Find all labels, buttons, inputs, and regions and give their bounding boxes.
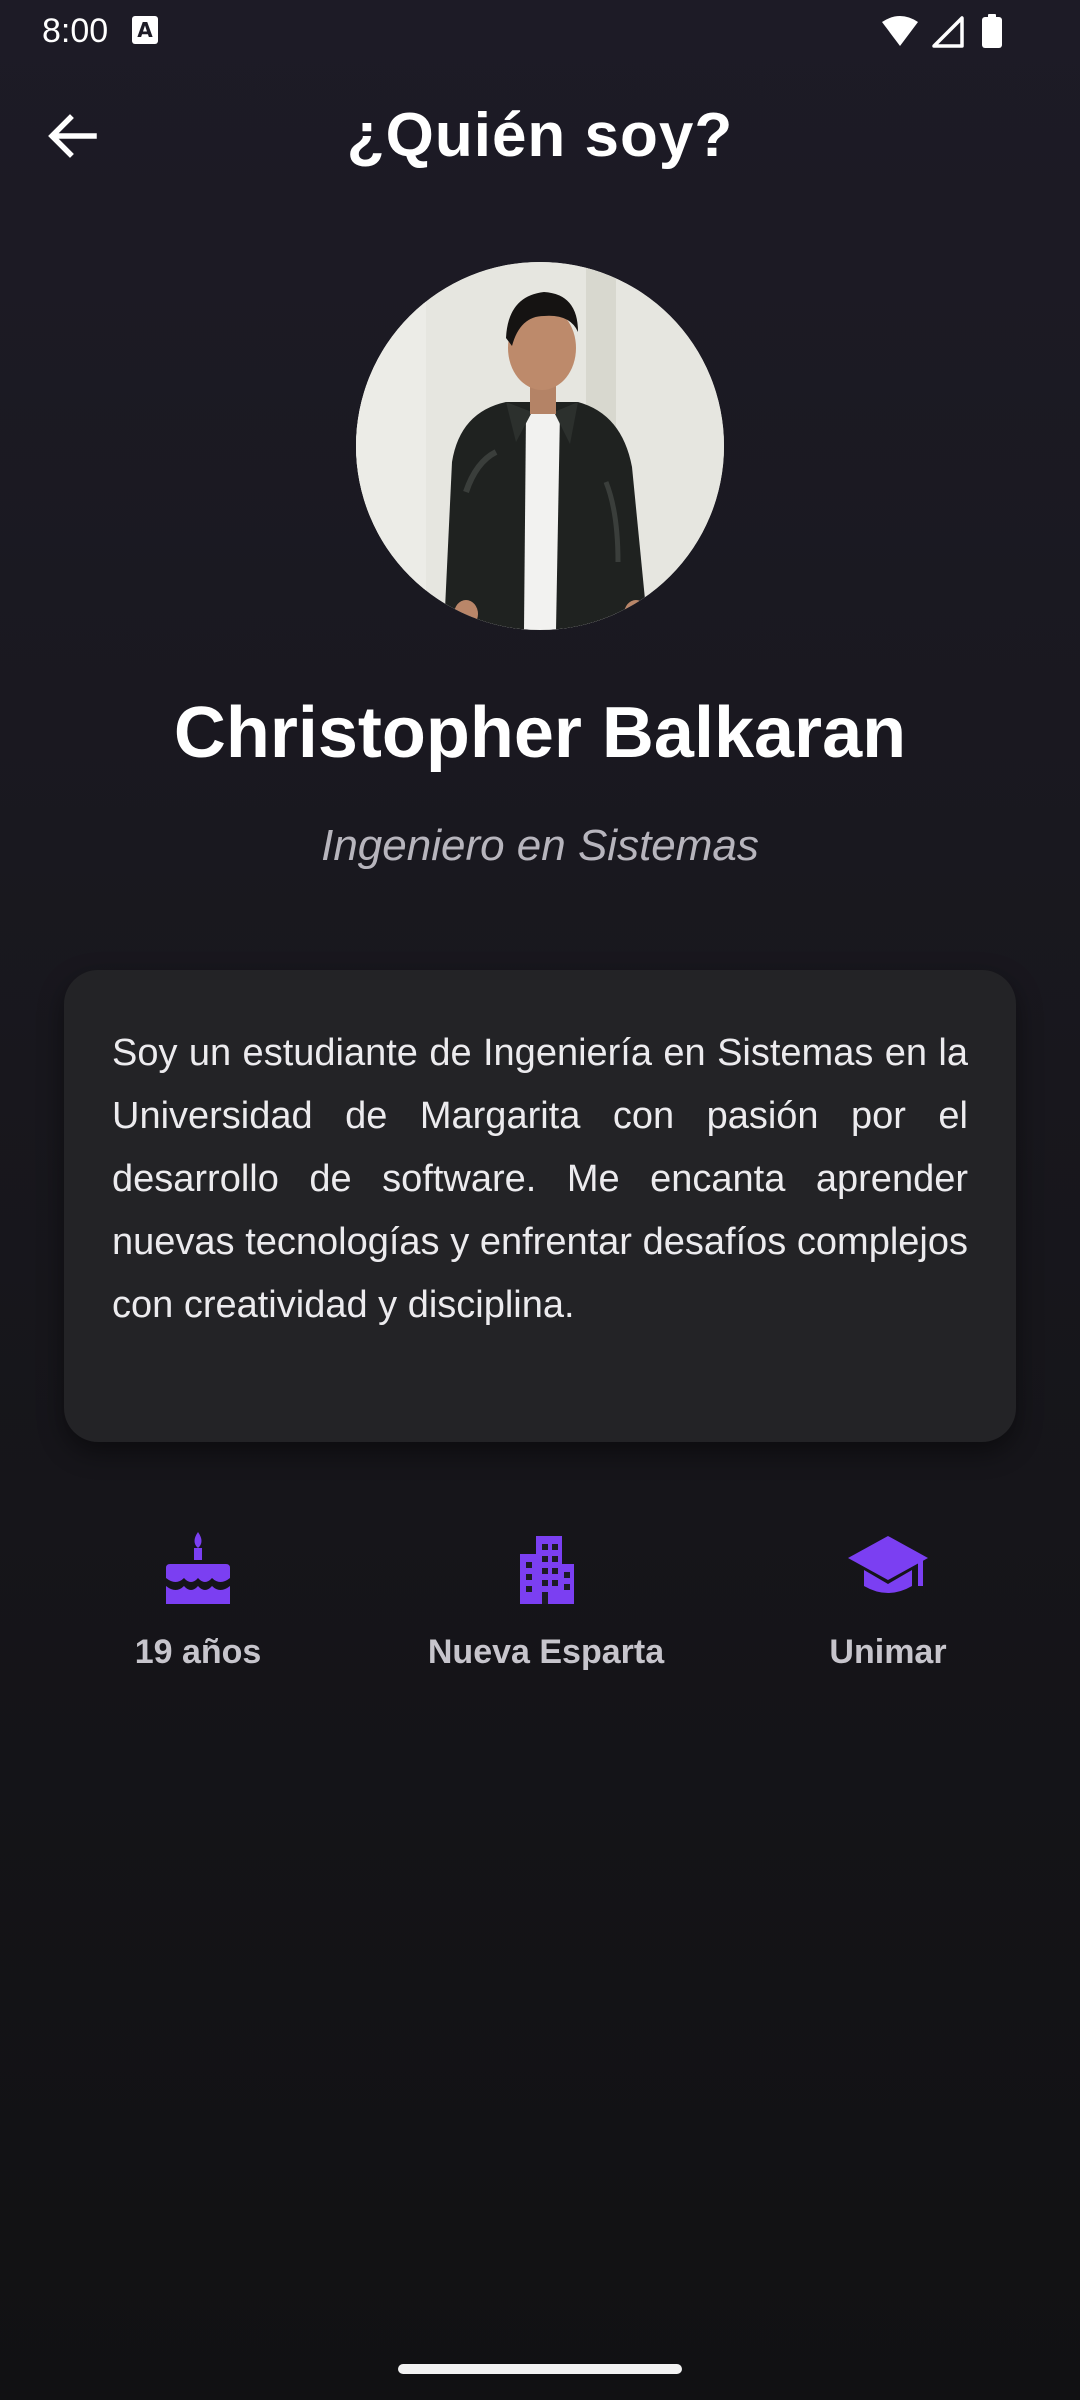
cake-icon [166,1532,230,1604]
profile-name: Christopher Balkaran [173,693,907,773]
signal-icon [932,16,964,48]
status-bar: 8:00 A [0,0,1080,64]
info-item-age: 19 años [38,1526,358,1686]
wifi-icon [882,16,918,46]
app-bar: ¿Quién soy? [0,80,1080,192]
profile-role: Ingeniero en Sistemas [321,821,759,870]
page-title: ¿Quién soy? [346,101,734,170]
gesture-bar[interactable] [398,2364,682,2374]
info-label-location: Nueva Esparta [427,1633,665,1671]
city-icon [520,1536,574,1604]
status-time: 8:00 [42,12,109,50]
bio-card: Soy un estudiante de Ingeniería en Siste… [64,970,1016,1442]
status-icons [882,14,1002,48]
graduation-cap-icon [848,1536,928,1593]
profile-photo [356,262,724,630]
a-notification-icon: A [132,16,158,44]
info-item-university: Unimar [728,1526,1048,1686]
bio-text: Soy un estudiante de Ingeniería en Siste… [112,1032,968,1326]
avatar [356,262,724,630]
battery-icon [982,14,1002,48]
info-label-age: 19 años [134,1633,262,1671]
info-item-location: Nueva Esparta [386,1526,706,1686]
info-label-university: Unimar [829,1633,947,1671]
